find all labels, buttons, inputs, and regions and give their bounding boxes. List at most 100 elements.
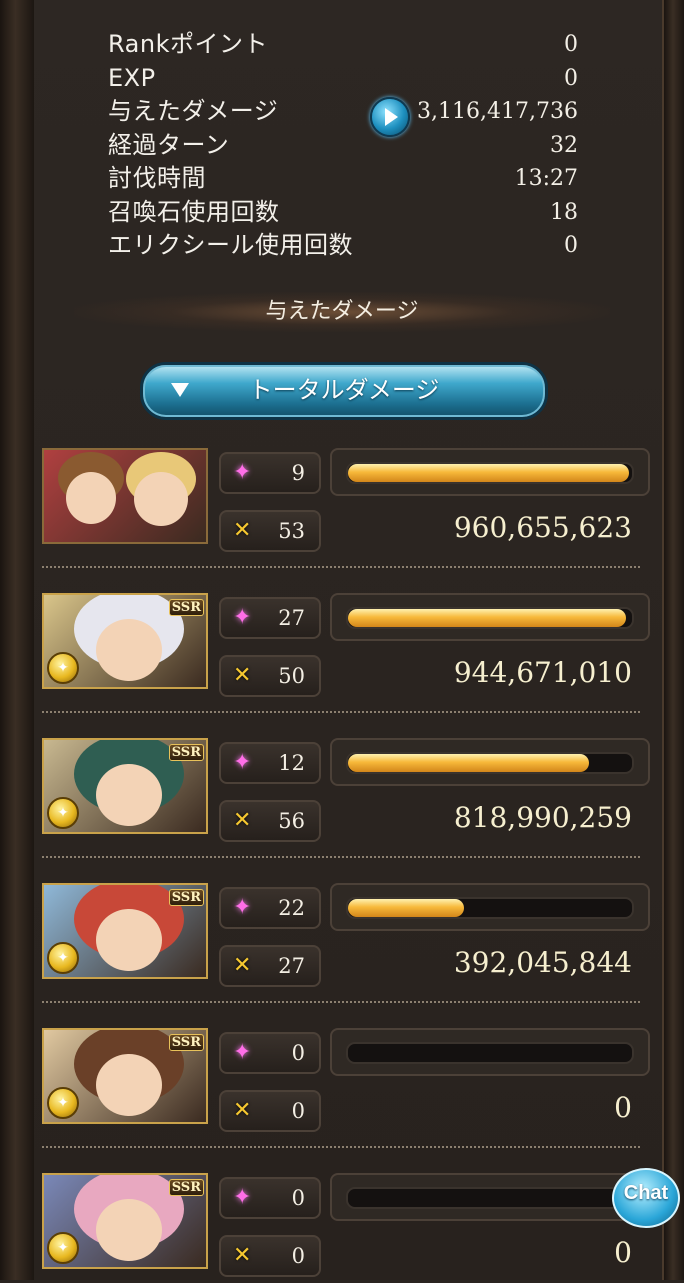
- stat-exp: EXP 0: [108, 62, 578, 96]
- battle-stats: Rankポイント 0 EXP 0 与えたダメージ 3,116,417,736 経…: [108, 28, 578, 263]
- stat-label: 経過ターン: [108, 130, 230, 159]
- attack-count-chip: ✕ 53: [219, 510, 321, 552]
- row-divider: [42, 856, 640, 858]
- portrait-face: [96, 619, 162, 681]
- character-row: SSR ✦ ✦ 22 ✕ 27 392,045,844: [42, 883, 650, 993]
- damage-bar-fill: [348, 754, 590, 772]
- stat-summons: 召喚石使用回数 18: [108, 196, 578, 230]
- damage-bar-track: [346, 607, 634, 629]
- damage-bar-fill: [348, 899, 465, 917]
- element-medal-icon: ✦: [47, 797, 79, 829]
- skill-count-chip: ✦ 12: [219, 742, 321, 784]
- stat-elixirs: エリクシール使用回数 0: [108, 229, 578, 263]
- attack-count: 27: [278, 954, 305, 978]
- stat-value: 0: [564, 32, 578, 57]
- skill-count-chip: ✦ 22: [219, 887, 321, 929]
- skill-count: 12: [278, 751, 305, 775]
- crossed-swords-icon: ✕: [233, 663, 252, 688]
- stat-value: 3,116,417,736: [417, 99, 578, 124]
- stat-turns: 経過ターン 32: [108, 129, 578, 163]
- character-row: SSR ✦ ✦ 27 ✕ 50 944,671,010: [42, 593, 650, 703]
- skill-count: 0: [291, 1041, 305, 1065]
- sparkle-icon: ✦: [233, 1185, 252, 1210]
- character-row: ✦ 9 ✕ 53 960,655,623: [42, 448, 650, 558]
- damage-bar: [330, 738, 650, 786]
- portrait-face: [134, 472, 188, 526]
- stat-label: 召喚石使用回数: [108, 197, 280, 226]
- stat-label: 与えたダメージ: [108, 97, 279, 125]
- skill-count-chip: ✦ 27: [219, 597, 321, 639]
- crossed-swords-icon: ✕: [233, 1243, 252, 1268]
- ssr-badge: SSR: [168, 889, 204, 906]
- right-frame: [662, 0, 684, 1280]
- damage-value: 0: [614, 1091, 632, 1124]
- damage-type-dropdown[interactable]: トータルダメージ: [140, 362, 548, 420]
- portrait-face: [96, 764, 162, 826]
- ssr-badge: SSR: [168, 1034, 204, 1051]
- skill-count: 27: [278, 606, 305, 630]
- stat-value: 18: [550, 199, 578, 225]
- character-portrait[interactable]: SSR ✦: [42, 883, 208, 979]
- attack-count-chip: ✕ 27: [219, 945, 321, 987]
- damage-bar-fill: [348, 609, 627, 627]
- damage-value: 818,990,259: [453, 801, 632, 834]
- stat-value: 13:27: [514, 166, 578, 191]
- damage-bar: [330, 1028, 650, 1076]
- crossed-swords-icon: ✕: [233, 1098, 252, 1123]
- stat-value: 32: [550, 132, 578, 158]
- portrait-face: [96, 909, 162, 971]
- attack-count: 56: [278, 809, 305, 833]
- character-row: SSR ✦ ✦ 0 ✕ 0 0: [42, 1173, 650, 1283]
- damage-bar: [330, 883, 650, 931]
- attack-count-chip: ✕ 50: [219, 655, 321, 697]
- damage-value: 392,045,844: [453, 946, 632, 979]
- attack-count-chip: ✕ 0: [219, 1235, 321, 1277]
- stat-rank-points: Rankポイント 0: [108, 28, 578, 62]
- damage-value: 0: [614, 1236, 632, 1269]
- character-row: SSR ✦ ✦ 0 ✕ 0 0: [42, 1028, 650, 1138]
- damage-value: 960,655,623: [453, 511, 632, 544]
- stat-label: Rankポイント: [108, 30, 268, 58]
- character-portrait[interactable]: SSR ✦: [42, 1173, 208, 1269]
- sparkle-icon: ✦: [233, 750, 252, 775]
- section-title: 与えたダメージ: [74, 292, 610, 332]
- character-portrait[interactable]: SSR ✦: [42, 738, 208, 834]
- damage-bar: [330, 448, 650, 496]
- stat-label: エリクシール使用回数: [108, 231, 353, 259]
- character-portrait[interactable]: SSR ✦: [42, 593, 208, 689]
- damage-value: 944,671,010: [453, 656, 632, 689]
- ssr-badge: SSR: [168, 1179, 204, 1196]
- skill-count: 9: [291, 461, 305, 485]
- damage-bar-track: [346, 897, 634, 919]
- stat-damage: 与えたダメージ 3,116,417,736: [108, 95, 578, 137]
- row-divider: [42, 711, 640, 713]
- attack-count: 0: [291, 1244, 305, 1268]
- sparkle-icon: ✦: [233, 460, 252, 485]
- chat-button[interactable]: Chat: [612, 1168, 680, 1228]
- crossed-swords-icon: ✕: [233, 953, 252, 978]
- stat-value: 0: [564, 233, 578, 258]
- character-portrait[interactable]: [42, 448, 208, 544]
- stat-time: 討伐時間 13:27: [108, 162, 578, 196]
- portrait-face: [96, 1199, 162, 1261]
- attack-count: 53: [278, 519, 305, 543]
- left-frame: [0, 0, 36, 1280]
- damage-bar-fill: [348, 464, 630, 482]
- sparkle-icon: ✦: [233, 605, 252, 630]
- attack-count: 0: [291, 1099, 305, 1123]
- damage-bar-track: [346, 1187, 634, 1209]
- row-divider: [42, 1001, 640, 1003]
- stat-value: 0: [564, 65, 578, 91]
- skill-count-chip: ✦ 0: [219, 1032, 321, 1074]
- character-portrait[interactable]: SSR ✦: [42, 1028, 208, 1124]
- crossed-swords-icon: ✕: [233, 808, 252, 833]
- skill-count-chip: ✦ 9: [219, 452, 321, 494]
- sparkle-icon: ✦: [233, 895, 252, 920]
- attack-count-chip: ✕ 0: [219, 1090, 321, 1132]
- damage-bar: [330, 1173, 650, 1221]
- ssr-badge: SSR: [168, 599, 204, 616]
- damage-bar: [330, 593, 650, 641]
- row-divider: [42, 1146, 640, 1148]
- stat-label: EXP: [108, 63, 156, 92]
- element-medal-icon: ✦: [47, 1232, 79, 1264]
